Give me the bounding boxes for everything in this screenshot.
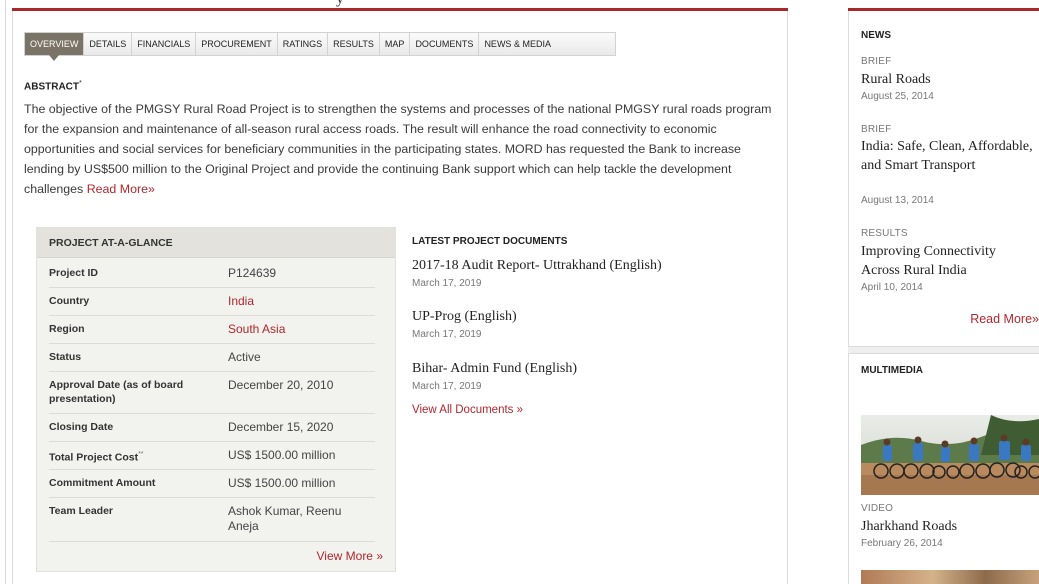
media-title-link[interactable]: Jharkhand Roads — [861, 517, 1036, 536]
view-more-link[interactable]: View More » — [317, 549, 383, 563]
glance-label: Total Project Cost** — [49, 448, 219, 465]
news-item-link[interactable]: India: Safe, Clean, Affordable, and Smar… — [861, 137, 1036, 175]
glance-row-project-id: Project ID P124639 — [49, 266, 375, 288]
glance-row-region: Region South Asia — [49, 322, 375, 344]
tab-ratings[interactable]: RATINGS — [278, 33, 329, 55]
video-thumbnail[interactable] — [861, 415, 1039, 495]
glance-value: US$ 1500.00 million — [228, 448, 336, 462]
glance-row-country: Country India — [49, 294, 375, 316]
glance-label: Team Leader — [49, 505, 113, 517]
media-date: February 26, 2014 — [861, 538, 943, 549]
glance-heading: PROJECT AT-A-GLANCE — [37, 228, 395, 258]
news-date: April 10, 2014 — [861, 282, 923, 293]
multimedia-heading: MULTIMEDIA — [861, 365, 924, 376]
news-item-link[interactable]: Improving Connectivity Across Rural Indi… — [861, 242, 1036, 280]
sidebar: NEWS BRIEF Rural Roads August 25, 2014 B… — [848, 0, 1039, 584]
news-read-more-link[interactable]: Read More» — [970, 312, 1039, 326]
glance-label: Region — [49, 323, 85, 335]
glance-row-total-cost: Total Project Cost** US$ 1500.00 million — [49, 448, 375, 470]
glance-value: Active — [228, 350, 261, 364]
media-thumbnail-2[interactable] — [861, 570, 1039, 584]
glance-value: December 20, 2010 — [228, 378, 334, 392]
news-date: August 13, 2014 — [861, 195, 934, 206]
main-panel: y OVERVIEW DETAILS FINANCIALS PROCUREMEN… — [12, 0, 788, 584]
glance-row-approval-date: Approval Date (as of board presentation)… — [49, 378, 375, 414]
abstract-heading: ABSTRACT* — [24, 80, 82, 92]
document-date: March 17, 2019 — [412, 381, 482, 392]
tab-procurement[interactable]: PROCUREMENT — [196, 33, 278, 55]
page-title-fragment: y — [336, 0, 344, 8]
glance-row-team-leader: Team Leader Ashok Kumar, Reenu Aneja — [49, 504, 375, 542]
news-kind: BRIEF — [861, 124, 892, 135]
tab-news-media[interactable]: NEWS & MEDIA — [479, 33, 556, 55]
tab-financials[interactable]: FINANCIALS — [132, 33, 197, 55]
abstract-text: The objective of the PMGSY Rural Road Pr… — [24, 99, 776, 199]
document-date: March 17, 2019 — [412, 329, 482, 340]
media-kind: VIDEO — [861, 503, 894, 514]
glance-label: Status — [49, 351, 82, 363]
tab-overview[interactable]: OVERVIEW — [25, 33, 85, 61]
abstract-heading-text: ABSTRACT — [24, 81, 79, 93]
news-kind: RESULTS — [861, 228, 908, 239]
news-heading: NEWS — [861, 30, 891, 41]
glance-value: P124639 — [228, 266, 277, 280]
page-left-border — [5, 0, 6, 584]
sidebar-divider — [848, 346, 1039, 354]
tab-documents[interactable]: DOCUMENTS — [410, 33, 480, 55]
glance-value: December 15, 2020 — [228, 420, 334, 434]
document-link[interactable]: Bihar- Admin Fund (English) — [412, 361, 577, 377]
glance-value: Ashok Kumar, Reenu Aneja — [228, 504, 342, 533]
tab-results[interactable]: RESULTS — [328, 33, 380, 55]
region-link[interactable]: South Asia — [228, 322, 368, 337]
glance-label: Commitment Amount — [49, 477, 156, 489]
country-link[interactable]: India — [228, 294, 368, 309]
glance-row-commitment: Commitment Amount US$ 1500.00 million — [49, 476, 375, 498]
view-all-documents-link[interactable]: View All Documents » — [412, 404, 523, 416]
document-link[interactable]: UP-Prog (English) — [412, 309, 517, 325]
tab-details[interactable]: DETAILS — [84, 33, 133, 55]
document-link[interactable]: 2017-18 Audit Report- Uttrakhand (Englis… — [412, 258, 662, 274]
news-kind: BRIEF — [861, 56, 892, 67]
news-date: August 25, 2014 — [861, 91, 934, 102]
news-item-link[interactable]: Rural Roads — [861, 70, 1036, 89]
glance-label: Approval Date (as of board presentation) — [49, 379, 184, 405]
project-at-a-glance: PROJECT AT-A-GLANCE Project ID P124639 C… — [36, 227, 396, 572]
glance-label-marker: ** — [138, 451, 144, 458]
document-date: March 17, 2019 — [412, 278, 482, 289]
abstract-heading-marker: * — [79, 80, 82, 87]
glance-row-closing-date: Closing Date December 15, 2020 — [49, 420, 375, 442]
glance-label: Closing Date — [49, 421, 114, 433]
project-tabs: OVERVIEW DETAILS FINANCIALS PROCUREMENT … — [24, 32, 616, 61]
glance-row-status: Status Active — [49, 350, 375, 372]
glance-value: US$ 1500.00 million — [228, 476, 336, 490]
glance-label: Country — [49, 295, 90, 307]
glance-label: Project ID — [49, 267, 99, 279]
documents-heading: LATEST PROJECT DOCUMENTS — [412, 236, 568, 247]
tab-map[interactable]: MAP — [380, 33, 411, 55]
glance-label-text: Total Project Cost — [49, 451, 139, 464]
cyclists-image — [861, 415, 1039, 495]
abstract-read-more-link[interactable]: Read More» — [87, 182, 155, 196]
latest-documents: LATEST PROJECT DOCUMENTS 2017-18 Audit R… — [412, 236, 772, 416]
